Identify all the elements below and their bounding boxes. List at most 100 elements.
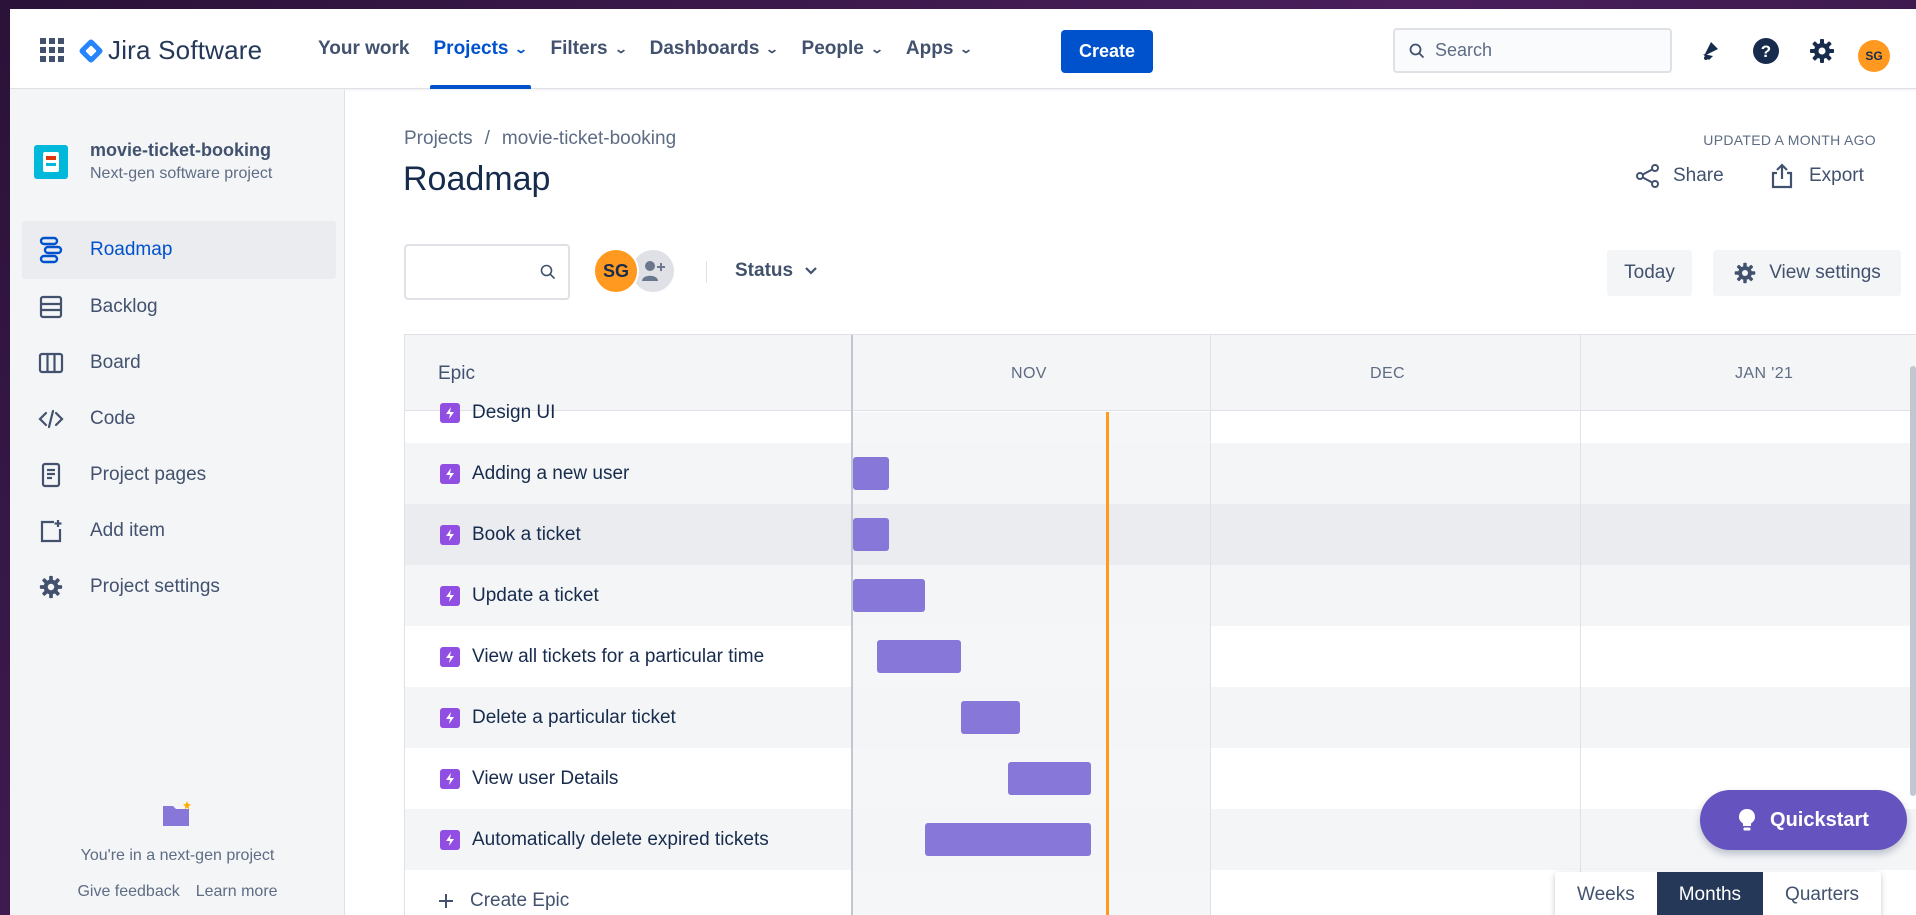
epic-icon [440, 585, 460, 606]
project-type: Next-gen software project [90, 165, 273, 182]
create-button[interactable]: Create [1061, 30, 1153, 73]
nav-dashboards[interactable]: Dashboards ⌄ [640, 9, 788, 89]
epic-label: Update a ticket [472, 584, 599, 606]
search-input[interactable] [1435, 40, 1655, 61]
share-icon [1636, 164, 1659, 188]
chevron-down-icon: ⌄ [765, 42, 780, 56]
epic-icon [440, 402, 460, 423]
sidebar-item-label: Add item [90, 520, 165, 541]
help-icon[interactable]: ? [1752, 37, 1780, 65]
epic-bar[interactable] [853, 579, 925, 612]
sidebar-item-backlog[interactable]: Backlog [22, 279, 336, 335]
month-nov: NOV [1011, 365, 1047, 382]
epic-label: Adding a new user [472, 462, 630, 484]
zoom-quarters[interactable]: Quarters [1763, 872, 1881, 915]
breadcrumb-projects[interactable]: Projects [404, 128, 473, 150]
lightbulb-icon [1739, 809, 1756, 831]
updated-timestamp: UPDATED A MONTH AGO [1703, 132, 1876, 148]
zoom-months[interactable]: Months [1656, 872, 1764, 915]
epic-bar[interactable] [1008, 762, 1091, 795]
month-divider [1580, 335, 1581, 915]
share-button[interactable]: Share [1635, 163, 1724, 189]
global-search[interactable] [1393, 28, 1672, 73]
epic-label: View user Details [472, 767, 619, 789]
epic-row[interactable]: Delete a particular ticket [405, 687, 1916, 748]
gear-icon [1734, 262, 1756, 284]
next-gen-note: You're in a next-gen project [80, 847, 275, 864]
search-icon [540, 264, 556, 280]
give-feedback-link[interactable]: Give feedback [77, 883, 179, 901]
export-icon [1771, 163, 1793, 189]
chevron-down-icon: ⌄ [959, 42, 974, 56]
quickstart-button[interactable]: Quickstart [1700, 790, 1907, 850]
epic-bar[interactable] [925, 823, 1091, 856]
zoom-weeks[interactable]: Weeks [1555, 872, 1657, 915]
today-marker [1106, 412, 1109, 915]
view-settings-button[interactable]: View settings [1713, 250, 1901, 296]
chevron-down-icon: ⌄ [514, 42, 529, 56]
sidebar-menu: Roadmap Backlog Board Code Project pages… [22, 221, 336, 615]
sidebar-item-add-item[interactable]: Add item [22, 503, 336, 559]
breadcrumb-separator: / [484, 128, 490, 149]
sidebar-item-project-settings[interactable]: Project settings [22, 559, 336, 615]
settings-icon[interactable] [1808, 37, 1836, 65]
epic-icon [440, 768, 460, 789]
pages-icon [41, 462, 61, 488]
next-gen-folder-icon [161, 800, 195, 833]
status-filter[interactable]: Status [735, 260, 817, 282]
epic-row[interactable]: Update a ticket [405, 565, 1916, 626]
product-name: Jira Software [108, 35, 263, 65]
user-avatar[interactable]: SG [1858, 40, 1890, 72]
breadcrumb: Projects / movie-ticket-booking [404, 128, 676, 150]
epic-bar[interactable] [877, 640, 961, 673]
app-switcher-icon[interactable] [40, 38, 64, 62]
sidebar-item-roadmap[interactable]: Roadmap [22, 221, 336, 279]
epic-row[interactable]: Adding a new user [405, 443, 1916, 504]
nav-apps[interactable]: Apps ⌄ [896, 9, 982, 89]
epic-bar[interactable] [961, 701, 1020, 734]
jira-diamond-icon [78, 37, 104, 64]
sidebar-item-label: Roadmap [90, 239, 173, 260]
epic-label: Design UI [472, 401, 556, 423]
export-button[interactable]: Export [1771, 163, 1864, 189]
epic-row[interactable]: Design UI [405, 382, 1916, 443]
epic-bar[interactable] [853, 457, 889, 490]
month-divider [1210, 335, 1211, 915]
sidebar-item-board[interactable]: Board [22, 335, 336, 391]
nav-your-work[interactable]: Your work [308, 9, 420, 89]
epic-row[interactable]: Automatically delete expired tickets [405, 809, 1916, 870]
roadmap-grid: Epic NOV DEC JAN '21 Design UI Adding a … [404, 334, 1916, 915]
jira-logo[interactable]: Jira Software [78, 35, 263, 66]
svg-text:?: ? [1761, 42, 1771, 61]
top-navigation: Jira Software Your work Projects ⌄ Filter… [10, 9, 1916, 89]
plus-icon [439, 893, 453, 908]
roadmap-body: Design UI Adding a new user Book a ticke… [405, 402, 1916, 915]
sidebar-item-code[interactable]: Code [22, 391, 336, 447]
today-button[interactable]: Today [1607, 250, 1692, 296]
epic-column-divider[interactable] [851, 335, 853, 915]
epic-icon [440, 646, 460, 667]
learn-more-link[interactable]: Learn more [196, 883, 278, 901]
nav-people[interactable]: People ⌄ [792, 9, 892, 89]
roadmap-search-input[interactable] [416, 260, 526, 278]
breadcrumb-project[interactable]: movie-ticket-booking [502, 128, 676, 150]
chevron-down-icon: ⌄ [869, 42, 884, 56]
create-epic-button[interactable]: Create Epic [438, 890, 569, 912]
epic-label: View all tickets for a particular time [472, 645, 765, 667]
project-header[interactable]: movie-ticket-booking Next-gen software p… [34, 140, 272, 183]
sidebar-item-project-pages[interactable]: Project pages [22, 447, 336, 503]
assignee-avatar[interactable]: SG [593, 248, 639, 294]
sidebar-item-label: Project pages [90, 464, 207, 485]
epic-row[interactable]: View user Details [405, 748, 1916, 809]
vertical-scrollbar[interactable] [1910, 366, 1916, 796]
epic-row[interactable]: View all tickets for a particular time [405, 626, 1916, 687]
search-icon [1409, 43, 1425, 58]
epic-bar[interactable] [853, 518, 889, 551]
nav-filters[interactable]: Filters ⌄ [541, 9, 636, 89]
roadmap-search[interactable] [404, 244, 570, 300]
notifications-icon[interactable] [1697, 37, 1725, 65]
nav-projects[interactable]: Projects ⌄ [424, 9, 537, 89]
epic-row[interactable]: Book a ticket [405, 504, 1916, 565]
project-avatar-icon [34, 144, 68, 179]
epic-label: Delete a particular ticket [472, 706, 676, 728]
